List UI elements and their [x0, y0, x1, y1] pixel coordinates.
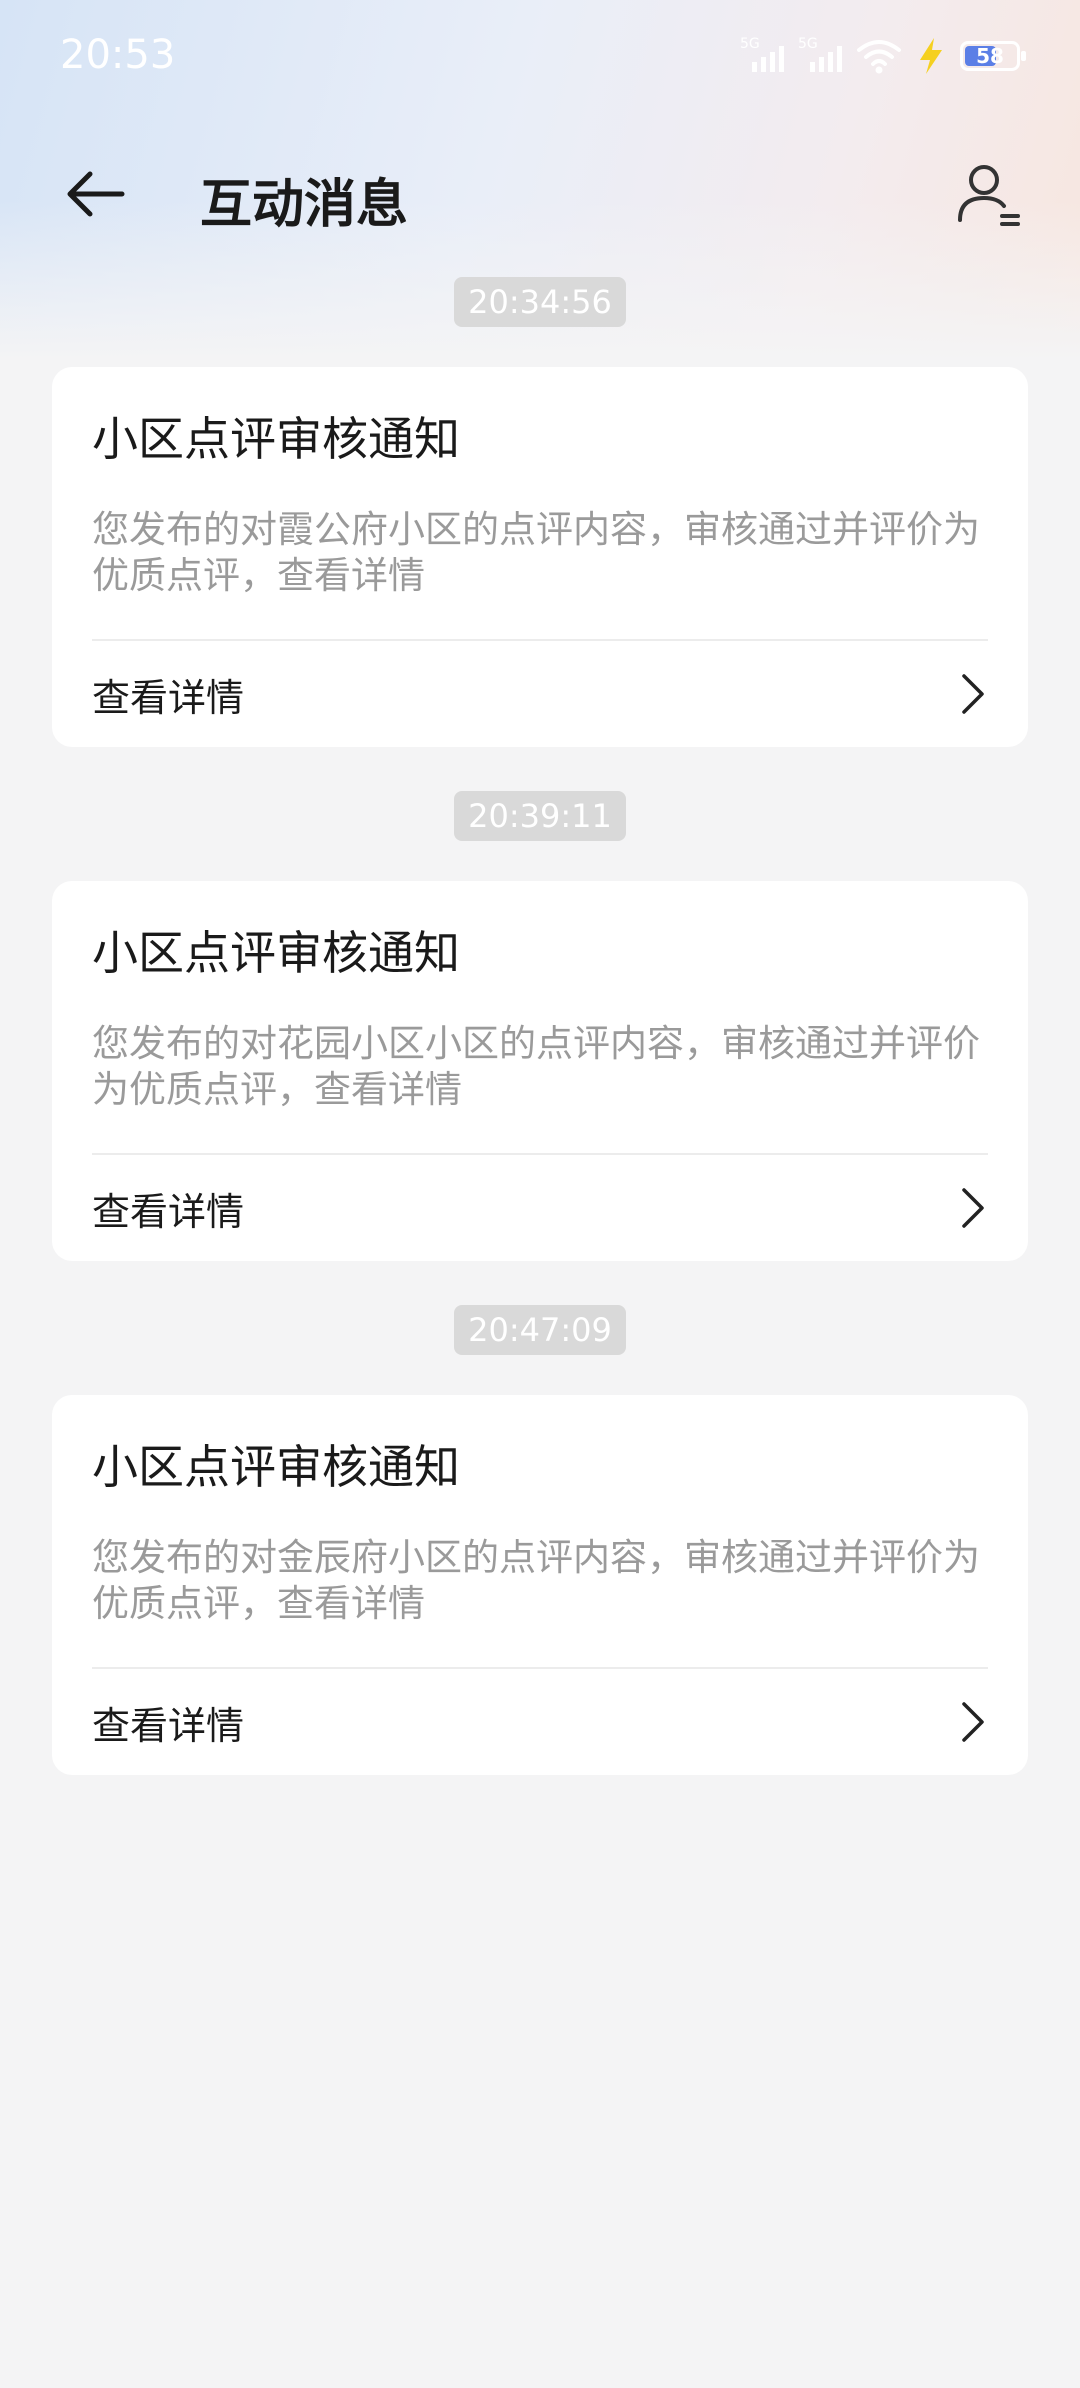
arrow-left-icon [67, 171, 125, 217]
message-card: 小区点评审核通知 您发布的对霞公府小区的点评内容，审核通过并评价为优质点评，查看… [52, 367, 1028, 747]
message-body: 您发布的对霞公府小区的点评内容，审核通过并评价为优质点评，查看详情 [92, 508, 980, 597]
message-title: 小区点评审核通知 [92, 926, 460, 980]
view-details-label: 查看详情 [92, 1703, 245, 1748]
message-title: 小区点评审核通知 [92, 1440, 460, 1494]
status-bar: 20:53 5G 5G 58 [0, 0, 1080, 110]
profile-button[interactable] [954, 158, 1024, 230]
message-group: 20:34:56 小区点评审核通知 您发布的对霞公府小区的点评内容，审核通过并评… [0, 277, 1080, 747]
message-timestamp: 20:47:09 [454, 1305, 626, 1355]
user-list-icon [958, 165, 1020, 226]
view-details-label: 查看详情 [92, 1189, 245, 1234]
message-timestamp: 20:39:11 [454, 791, 626, 841]
page-title: 互动消息 [200, 175, 409, 235]
message-group: 20:47:09 小区点评审核通知 您发布的对金辰府小区的点评内容，审核通过并评… [0, 1305, 1080, 1775]
message-card: 小区点评审核通知 您发布的对花园小区小区的点评内容，审核通过并评价为优质点评，查… [52, 881, 1028, 1261]
view-details-button[interactable]: 查看详情 [92, 1669, 988, 1775]
message-body: 您发布的对金辰府小区的点评内容，审核通过并评价为优质点评，查看详情 [92, 1536, 980, 1625]
battery-icon: 58 [960, 41, 1026, 71]
signal-5g-icon: 5G [740, 36, 784, 76]
chevron-right-icon [962, 1702, 984, 1742]
message-title: 小区点评审核通知 [92, 412, 460, 466]
view-details-button[interactable]: 查看详情 [92, 1155, 988, 1261]
chevron-right-icon [962, 1188, 984, 1228]
status-icons: 5G 5G 58 [740, 36, 1026, 76]
message-timestamp: 20:34:56 [454, 277, 626, 327]
back-button[interactable] [60, 164, 132, 224]
charging-bolt-icon [920, 38, 942, 74]
view-details-button[interactable]: 查看详情 [92, 641, 988, 747]
message-body: 您发布的对花园小区小区的点评内容，审核通过并评价为优质点评，查看详情 [92, 1022, 980, 1111]
battery-percent: 58 [976, 44, 1004, 68]
signal-5g-icon: 5G [798, 36, 842, 76]
message-card: 小区点评审核通知 您发布的对金辰府小区的点评内容，审核通过并评价为优质点评，查看… [52, 1395, 1028, 1775]
view-details-label: 查看详情 [92, 675, 245, 720]
wifi-icon [857, 40, 901, 74]
status-time: 20:53 [60, 32, 176, 78]
chevron-right-icon [962, 674, 984, 714]
message-group: 20:39:11 小区点评审核通知 您发布的对花园小区小区的点评内容，审核通过并… [0, 791, 1080, 1261]
app-header: 互动消息 [0, 140, 1080, 250]
message-feed: 20:34:56 小区点评审核通知 您发布的对霞公府小区的点评内容，审核通过并评… [0, 277, 1080, 1819]
